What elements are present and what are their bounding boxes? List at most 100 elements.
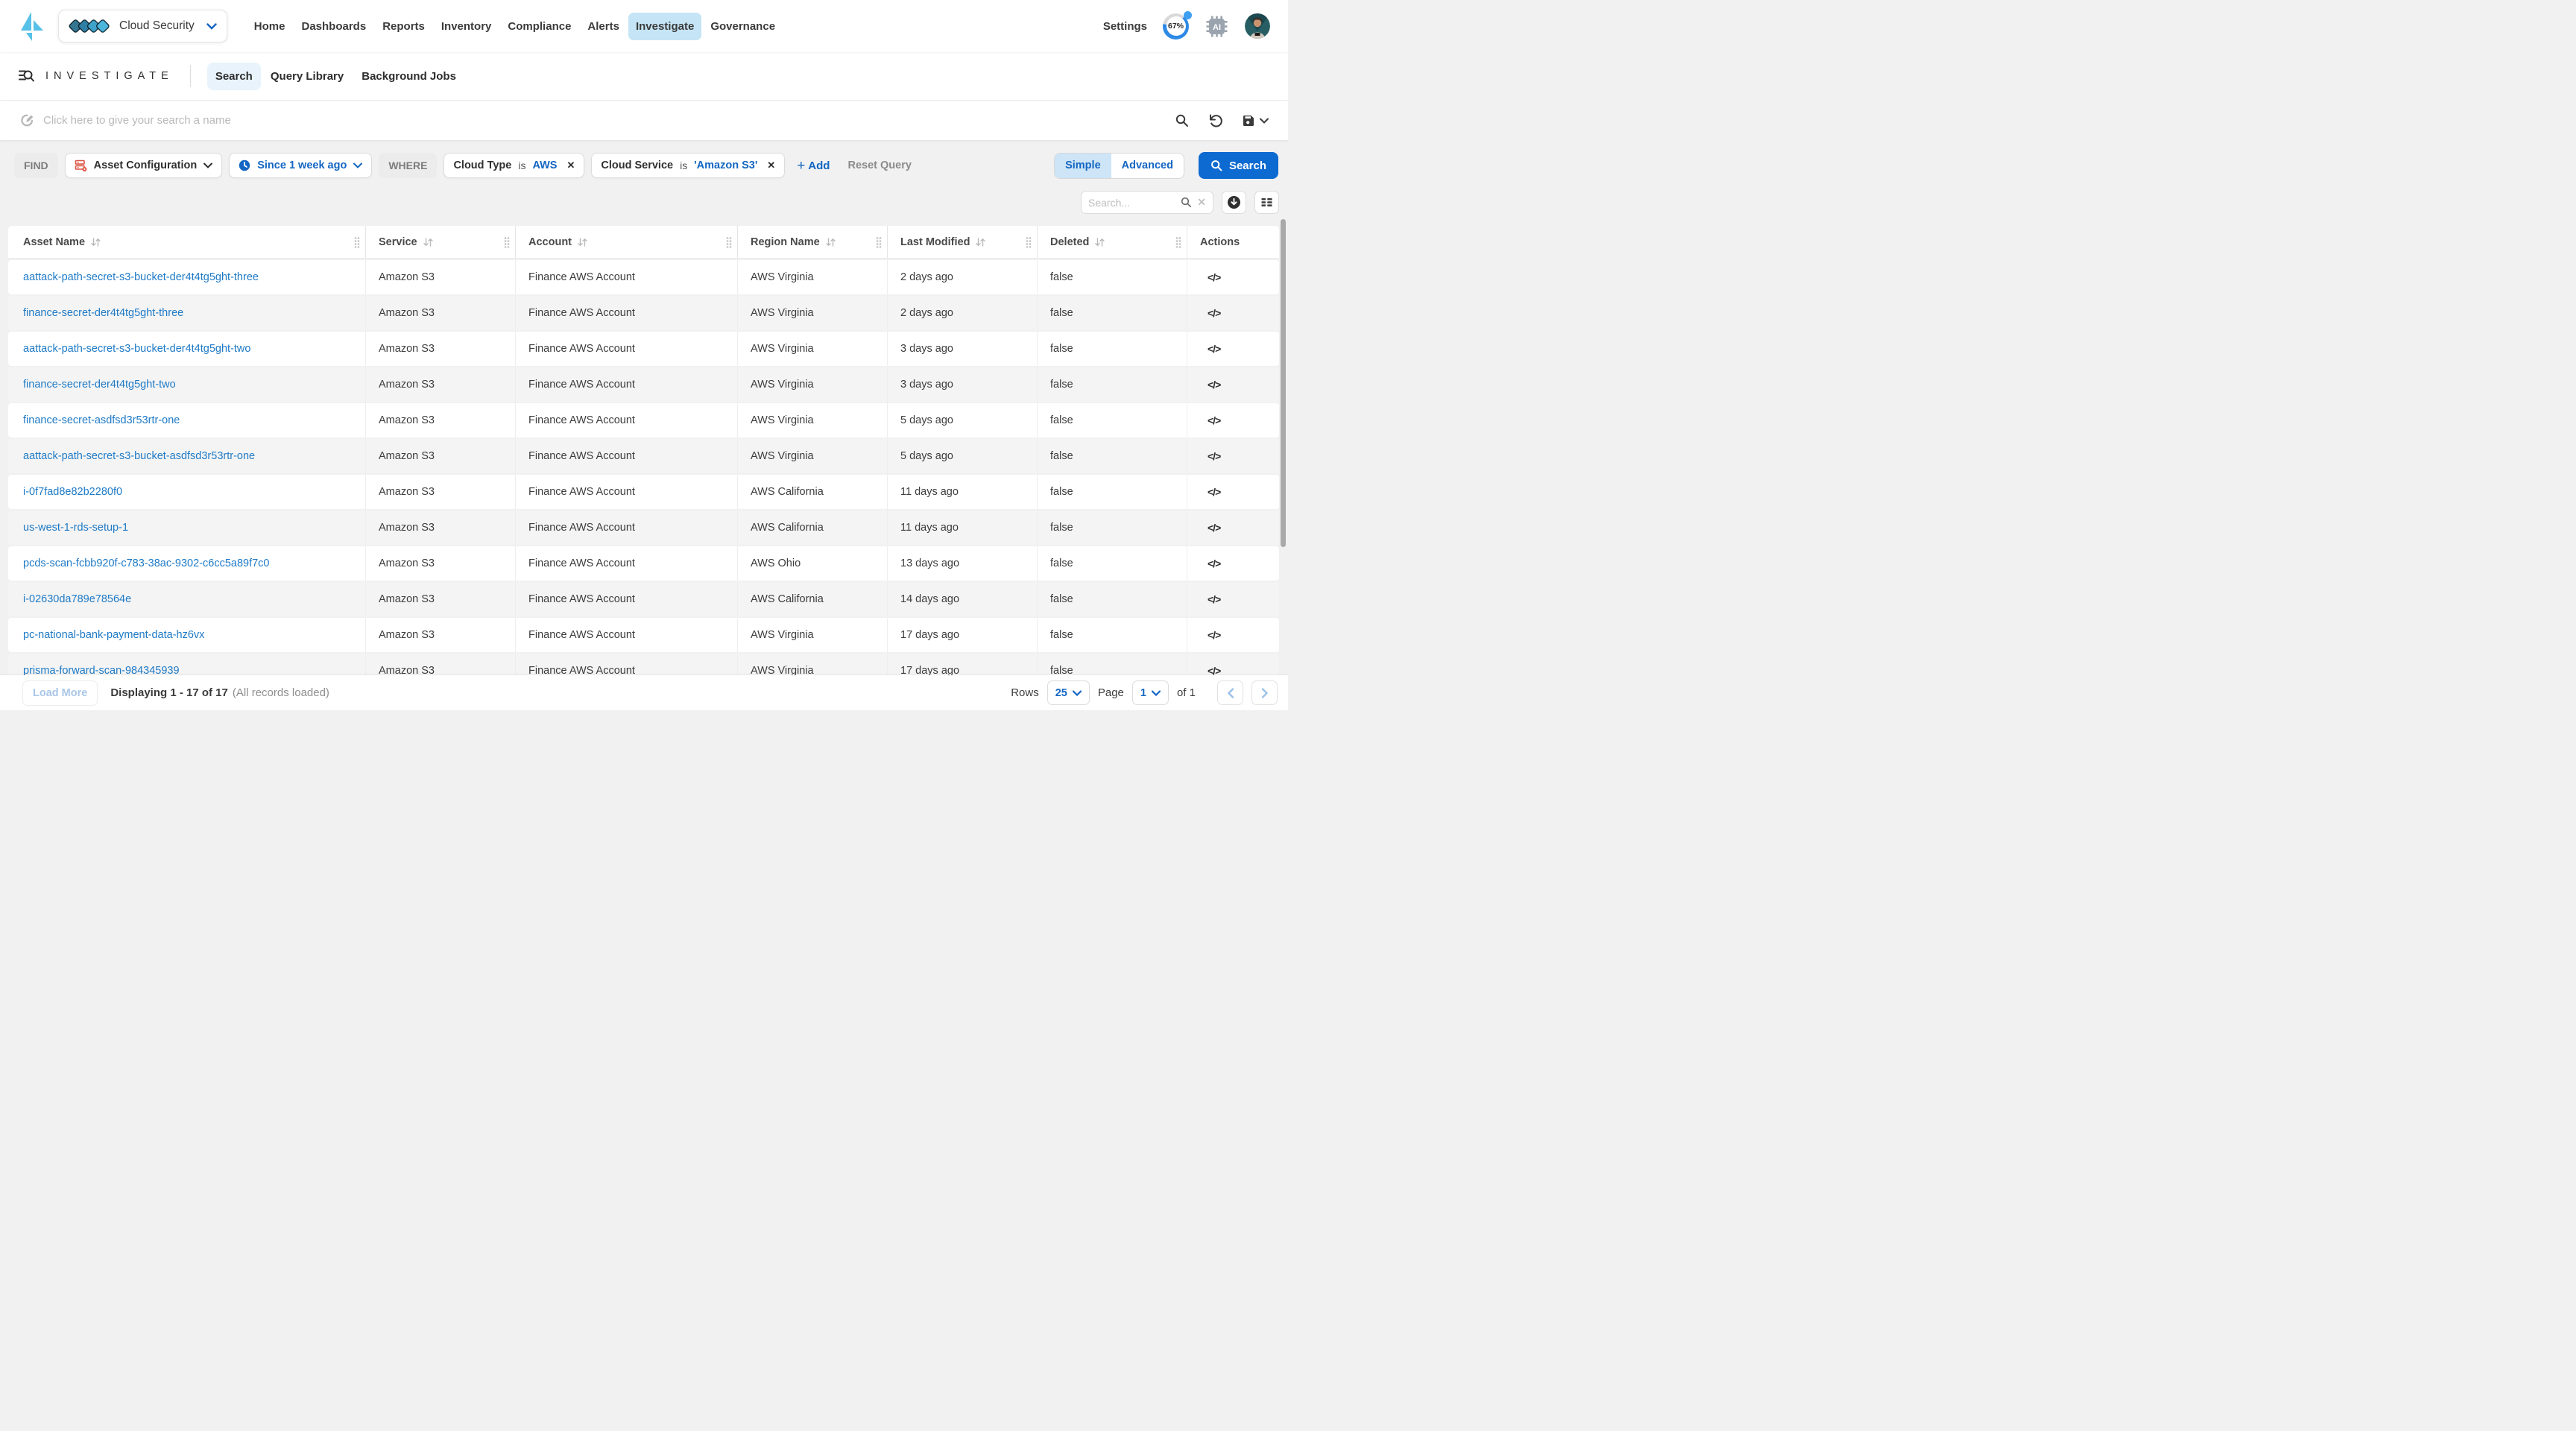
asset-name-link[interactable]: pc-national-bank-payment-data-hz6vx [23, 629, 204, 641]
nav-item-reports[interactable]: Reports [375, 13, 432, 40]
nav-item-alerts[interactable]: Alerts [580, 13, 627, 40]
remove-filter-icon[interactable]: ✕ [566, 159, 575, 171]
nav-item-compliance[interactable]: Compliance [500, 13, 578, 40]
column-header-service[interactable]: Service [365, 226, 515, 258]
rows-per-page-select[interactable]: 25 [1047, 680, 1090, 705]
column-resize-grip[interactable] [1026, 236, 1032, 247]
code-icon[interactable]: </> [1208, 343, 1220, 355]
code-icon[interactable]: </> [1208, 593, 1220, 605]
next-page-button[interactable] [1251, 680, 1278, 705]
run-search-button[interactable]: Search [1199, 152, 1278, 179]
asset-name-link[interactable]: aattack-path-secret-s3-bucket-asdfsd3r53… [23, 450, 255, 462]
workspace-selector[interactable]: Cloud Security [58, 10, 227, 42]
results-table: Asset NameServiceAccountRegion NameLast … [8, 226, 1279, 688]
chevron-right-icon [1261, 688, 1269, 698]
column-header-account[interactable]: Account [515, 226, 737, 258]
add-filter-button[interactable]: + Add [797, 159, 830, 173]
progress-ring[interactable]: 67% [1163, 13, 1189, 40]
filter-field-label: Cloud Type [453, 159, 511, 171]
code-icon[interactable]: </> [1208, 557, 1220, 569]
asset-name-link[interactable]: i-0f7fad8e82b2280f0 [23, 486, 122, 498]
user-avatar[interactable] [1245, 13, 1270, 39]
asset-name-link[interactable]: pcds-scan-fcbb920f-c783-38ac-9302-c6cc5a… [23, 557, 269, 569]
asset-name-link[interactable]: finance-secret-asdfsd3r53rtr-one [23, 414, 180, 426]
download-button[interactable] [1222, 191, 1246, 214]
page-value: 1 [1140, 687, 1146, 699]
column-resize-grip[interactable] [504, 236, 510, 247]
table-row: finance-secret-asdfsd3r53rtr-oneAmazon S… [8, 403, 1279, 437]
asset-name-link[interactable]: us-west-1-rds-setup-1 [23, 522, 128, 534]
region-cell: AWS Virginia [737, 332, 887, 366]
asset-name-link[interactable]: aattack-path-secret-s3-bucket-der4t4tg5g… [23, 271, 259, 283]
code-icon[interactable]: </> [1208, 450, 1220, 462]
previous-page-button[interactable] [1217, 680, 1243, 705]
column-resize-grip[interactable] [876, 236, 882, 247]
search-icon[interactable] [1181, 197, 1192, 208]
code-icon[interactable]: </> [1208, 522, 1220, 534]
code-icon[interactable]: </> [1208, 307, 1220, 319]
nav-item-dashboards[interactable]: Dashboards [294, 13, 373, 40]
time-filter-dropdown[interactable]: Since 1 week ago [229, 153, 372, 178]
undo-icon[interactable] [1208, 113, 1222, 127]
reset-query-button[interactable]: Reset Query [847, 159, 911, 171]
record-count: Displaying 1 - 17 of 17 [110, 686, 228, 699]
vertical-scrollbar[interactable] [1281, 219, 1286, 547]
actions-cell: </> [1187, 260, 1279, 294]
column-header-last-modified[interactable]: Last Modified [887, 226, 1037, 258]
nav-item-home[interactable]: Home [247, 13, 293, 40]
column-header-region-name[interactable]: Region Name [737, 226, 887, 258]
search-name-field[interactable]: Click here to give your search a name [20, 113, 231, 127]
code-icon[interactable]: </> [1208, 414, 1220, 426]
load-more-button[interactable]: Load More [22, 680, 98, 706]
filter-chip-cloud-service[interactable]: Cloud Serviceis'Amazon S3'✕ [591, 153, 785, 178]
asset-name-link[interactable]: finance-secret-der4t4tg5ght-three [23, 307, 183, 319]
run-search-label: Search [1229, 159, 1266, 172]
ai-chip-icon[interactable]: AI [1205, 14, 1229, 39]
column-resize-grip[interactable] [1175, 236, 1181, 247]
mode-advanced-button[interactable]: Advanced [1111, 154, 1184, 178]
asset-name-link[interactable]: i-02630da789e78564e [23, 593, 131, 605]
settings-link[interactable]: Settings [1103, 20, 1147, 33]
brand-logo-icon[interactable] [18, 10, 46, 42]
code-icon[interactable]: </> [1208, 486, 1220, 498]
nav-item-inventory[interactable]: Inventory [434, 13, 499, 40]
deleted-cell: false [1037, 475, 1187, 509]
asset-name-link[interactable]: finance-secret-der4t4tg5ght-two [23, 379, 176, 391]
remove-filter-icon[interactable]: ✕ [767, 159, 775, 171]
table-toolbar: ✕ [0, 179, 1288, 214]
nav-item-governance[interactable]: Governance [703, 13, 783, 40]
clear-search-icon[interactable]: ✕ [1197, 196, 1206, 209]
column-resize-grip[interactable] [354, 236, 360, 247]
mode-simple-button[interactable]: Simple [1055, 154, 1111, 178]
asset-name-link[interactable]: aattack-path-secret-s3-bucket-der4t4tg5g… [23, 343, 250, 355]
tab-search[interactable]: Search [207, 63, 261, 90]
save-query-control[interactable] [1242, 114, 1269, 127]
search-name-row: Click here to give your search a name [0, 100, 1288, 140]
table-search-input[interactable] [1088, 197, 1175, 209]
search-icon[interactable] [1175, 113, 1189, 127]
last-modified-cell: 2 days ago [887, 296, 1037, 330]
tab-query-library[interactable]: Query Library [262, 63, 352, 90]
tab-background-jobs[interactable]: Background Jobs [353, 63, 464, 90]
last-modified-cell: 3 days ago [887, 367, 1037, 402]
filter-chip-cloud-type[interactable]: Cloud TypeisAWS✕ [443, 153, 584, 178]
column-settings-button[interactable] [1254, 191, 1279, 214]
service-cell: Amazon S3 [365, 296, 515, 330]
nav-item-investigate[interactable]: Investigate [628, 13, 701, 40]
search-list-icon [18, 69, 34, 83]
actions-cell: </> [1187, 618, 1279, 652]
table-row: finance-secret-der4t4tg5ght-twoAmazon S3… [8, 367, 1279, 402]
chevron-down-icon [206, 23, 217, 30]
table-row: finance-secret-der4t4tg5ght-three Amazon … [8, 296, 1279, 330]
page-select[interactable]: 1 [1132, 680, 1169, 705]
column-resize-grip[interactable] [726, 236, 732, 247]
code-icon[interactable]: </> [1208, 271, 1220, 283]
column-header-deleted[interactable]: Deleted [1037, 226, 1187, 258]
column-header-asset-name[interactable]: Asset Name [8, 226, 365, 258]
code-icon[interactable]: </> [1208, 629, 1220, 641]
table-body: aattack-path-secret-s3-bucket-der4t4tg5g… [8, 260, 1279, 688]
entity-dropdown[interactable]: Asset Configuration [65, 153, 223, 178]
code-icon[interactable]: </> [1208, 379, 1220, 391]
sort-icon [577, 238, 588, 247]
column-header-actions: Actions [1187, 226, 1279, 258]
